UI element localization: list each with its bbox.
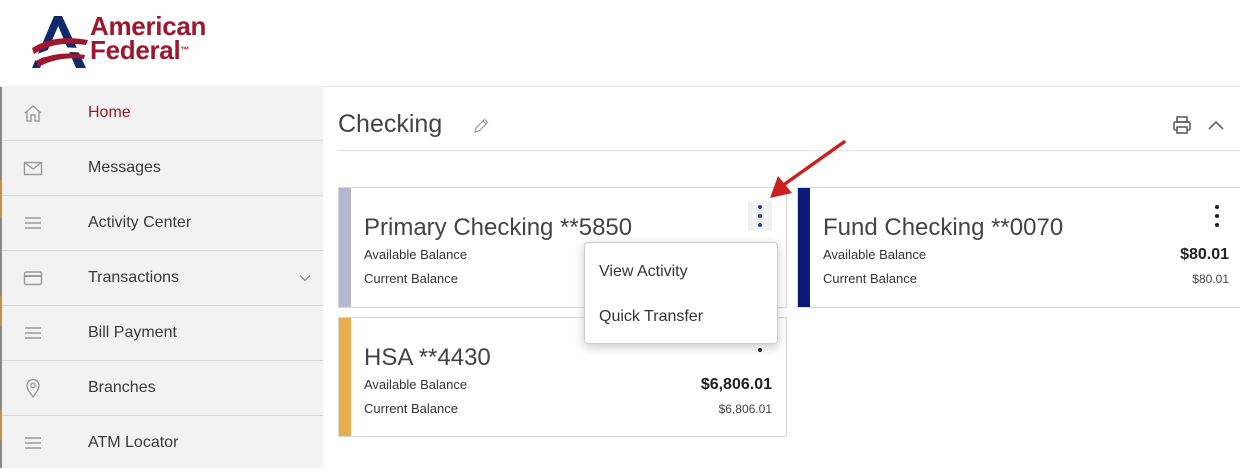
sidebar-item-label: Activity Center bbox=[88, 214, 192, 231]
account-color-bar bbox=[798, 188, 810, 307]
sidebar-item-branches[interactable]: Branches bbox=[2, 361, 323, 416]
kebab-menu-icon[interactable] bbox=[1205, 201, 1229, 231]
menu-lines-icon bbox=[25, 217, 41, 229]
available-balance-label: Available Balance bbox=[823, 247, 927, 262]
sidebar-item-label: ATM Locator bbox=[88, 434, 179, 451]
menu-item-quick-transfer[interactable]: Quick Transfer bbox=[599, 308, 703, 326]
map-pin-icon bbox=[26, 378, 40, 399]
app-header: American Federal™ bbox=[0, 0, 1240, 87]
sidebar-item-atm-locator[interactable]: ATM Locator bbox=[2, 416, 323, 470]
sidebar-item-label: Branches bbox=[88, 379, 156, 396]
trademark: ™ bbox=[180, 45, 190, 55]
sidebar-item-transactions[interactable]: Transactions bbox=[2, 251, 323, 306]
available-balance-value: $6,806.01 bbox=[700, 376, 772, 393]
chevron-up-icon[interactable] bbox=[1207, 118, 1225, 132]
current-balance-label: Current Balance bbox=[823, 271, 917, 286]
sidebar-item-label: Messages bbox=[88, 159, 161, 176]
sidebar-item-bill-payment[interactable]: Bill Payment bbox=[2, 306, 323, 361]
account-card-fund-checking[interactable]: Fund Checking **0070 Available Balance C… bbox=[797, 187, 1240, 308]
logo-wordmark: American Federal™ bbox=[90, 13, 206, 65]
current-balance-label: Current Balance bbox=[364, 401, 458, 416]
available-balance-label: Available Balance bbox=[364, 247, 468, 262]
sidebar-item-activity-center[interactable]: Activity Center bbox=[2, 196, 323, 251]
sidebar-item-home[interactable]: Home bbox=[2, 86, 323, 141]
eagle-a-logo-icon bbox=[32, 16, 88, 68]
account-color-bar bbox=[339, 188, 351, 307]
kebab-menu-icon[interactable] bbox=[748, 201, 772, 231]
section-header: Checking bbox=[338, 104, 1240, 151]
sidebar-item-label: Transactions bbox=[88, 269, 179, 286]
pencil-icon[interactable] bbox=[471, 116, 491, 136]
account-color-bar bbox=[339, 318, 351, 436]
account-name: Fund Checking **0070 bbox=[823, 214, 1064, 241]
available-balance-label: Available Balance bbox=[364, 377, 468, 392]
american-federal-logo[interactable]: American Federal™ bbox=[30, 13, 220, 74]
sidebar-item-label: Bill Payment bbox=[88, 324, 177, 341]
sidebar-item-messages[interactable]: Messages bbox=[2, 141, 323, 196]
menu-lines-icon bbox=[25, 437, 41, 449]
account-context-menu: View Activity Quick Transfer bbox=[584, 242, 778, 344]
menu-item-view-activity[interactable]: View Activity bbox=[599, 263, 688, 281]
account-name: HSA **4430 bbox=[364, 344, 491, 371]
account-name: Primary Checking **5850 bbox=[364, 214, 633, 241]
logo-line-2-text: Federal bbox=[90, 35, 181, 65]
current-balance-value: $6,806.01 bbox=[718, 402, 772, 416]
available-balance-value: $80.01 bbox=[1180, 246, 1229, 263]
home-icon bbox=[24, 105, 42, 122]
menu-lines-icon bbox=[25, 327, 41, 339]
current-balance-value: $80.01 bbox=[1192, 272, 1229, 286]
section-title: Checking bbox=[338, 110, 443, 138]
sidebar-item-label: Home bbox=[88, 104, 131, 121]
envelope-icon bbox=[23, 161, 43, 176]
chevron-down-icon[interactable] bbox=[299, 274, 311, 282]
sidebar-nav: Home Messages Activity Center Transactio… bbox=[2, 86, 323, 468]
logo-line-2: Federal™ bbox=[90, 35, 206, 65]
card-icon bbox=[23, 271, 43, 286]
current-balance-label: Current Balance bbox=[364, 271, 458, 286]
printer-icon[interactable] bbox=[1171, 114, 1193, 136]
